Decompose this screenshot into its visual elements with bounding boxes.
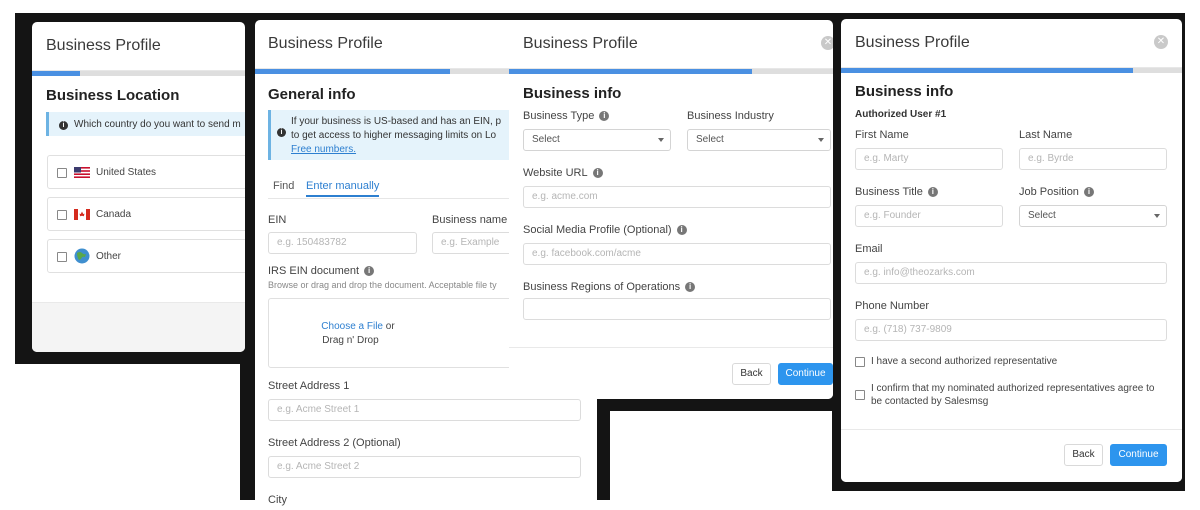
modal-title: Business Profile — [855, 34, 970, 51]
modal-header: Business Profile ✕ — [509, 20, 833, 69]
continue-button[interactable]: Continue — [778, 363, 833, 385]
confirm-consent-checkbox[interactable] — [855, 390, 865, 400]
help-icon: i — [599, 111, 610, 121]
info-banner: i Which country do you want to send m — [46, 112, 245, 136]
chevron-down-icon — [658, 138, 664, 142]
business-industry-label: Business Industry — [687, 110, 774, 122]
email-input[interactable]: e.g. info@theozarks.com — [855, 262, 1167, 284]
authorized-user-subheading: Authorized User #1 — [855, 109, 947, 120]
globe-icon — [74, 248, 90, 264]
option-label: Other — [96, 251, 122, 262]
confirm-consent-label-line1: I confirm that my nominated authorized r… — [871, 383, 1155, 394]
street-address-1-input[interactable]: e.g. Acme Street 1 — [268, 399, 581, 421]
phone-number-input[interactable]: e.g. (718) 737-9809 — [855, 319, 1167, 341]
option-label: United States — [96, 167, 157, 178]
business-type-select[interactable]: Select — [523, 129, 671, 151]
first-name-input[interactable]: e.g. Marty — [855, 148, 1003, 170]
continue-button[interactable]: Continue — [1110, 444, 1167, 466]
business-regions-label: Business Regions of Operations i — [523, 281, 696, 293]
checkbox[interactable] — [57, 168, 67, 178]
modal-header: Business Profile — [32, 22, 245, 71]
progress-bar — [841, 68, 1182, 73]
phone-number-label: Phone Number — [855, 300, 929, 312]
social-media-label: Social Media Profile (Optional) i — [523, 224, 687, 236]
close-icon[interactable]: ✕ — [821, 36, 833, 50]
first-name-label: First Name — [855, 129, 909, 141]
job-position-select[interactable]: Select — [1019, 205, 1167, 227]
section-heading: Business info — [855, 83, 954, 100]
social-media-input[interactable]: e.g. facebook.com/acme — [523, 243, 831, 265]
second-representative-checkbox[interactable] — [855, 357, 865, 367]
modal-title: Business Profile — [268, 35, 383, 52]
authorized-user-modal: Business Profile ✕ Business info Authori… — [841, 19, 1182, 482]
modal-title: Business Profile — [523, 35, 638, 52]
confirm-consent-label-line2: be contacted by Salesmsg — [871, 396, 989, 407]
section-heading: Business Location — [46, 87, 180, 104]
ein-input[interactable]: e.g. 150483782 — [268, 232, 417, 254]
chevron-down-icon — [1154, 214, 1160, 218]
website-url-input[interactable]: e.g. acme.com — [523, 186, 831, 208]
business-location-modal: Business Profile Business Location i Whic… — [32, 22, 245, 352]
option-label: Canada — [96, 209, 132, 220]
info-icon: i — [59, 121, 68, 130]
modal-header: Business Profile ✕ — [841, 19, 1182, 68]
country-option-other[interactable]: Other — [47, 239, 245, 273]
irs-help-text: Browse or drag and drop the document. Ac… — [268, 280, 497, 290]
info-icon: i — [277, 128, 286, 137]
last-name-label: Last Name — [1019, 129, 1073, 141]
email-label: Email — [855, 243, 883, 255]
choose-file-link[interactable]: Choose a File — [321, 321, 383, 332]
job-position-label: Job Position i — [1019, 186, 1094, 198]
business-industry-select[interactable]: Select — [687, 129, 831, 151]
progress-bar — [509, 69, 833, 74]
help-icon: i — [685, 282, 696, 292]
street-address-2-input[interactable]: e.g. Acme Street 2 — [268, 456, 581, 478]
checkbox[interactable] — [57, 252, 67, 262]
help-icon: i — [676, 225, 687, 235]
ein-label: EIN — [268, 214, 287, 226]
business-name-label: Business name — [432, 214, 508, 226]
street-address-1-label: Street Address 1 — [268, 380, 350, 392]
business-info-modal: Business Profile ✕ Business info Busines… — [509, 20, 833, 399]
tab-find[interactable]: Find — [273, 180, 294, 192]
website-url-label: Website URL i — [523, 167, 603, 179]
back-button[interactable]: Back — [732, 363, 771, 385]
help-icon: i — [592, 168, 603, 178]
section-heading: Business info — [523, 85, 622, 102]
last-name-input[interactable]: e.g. Byrde — [1019, 148, 1167, 170]
country-option-us[interactable]: United States — [47, 155, 245, 189]
checkbox[interactable] — [57, 210, 67, 220]
city-label: City — [268, 494, 287, 506]
help-icon: i — [927, 187, 938, 197]
business-title-label: Business Title i — [855, 186, 938, 198]
help-icon: i — [1083, 187, 1094, 197]
close-icon[interactable]: ✕ — [1154, 35, 1168, 49]
modal-footer — [32, 302, 245, 352]
business-regions-input[interactable] — [523, 298, 831, 320]
business-type-label: Business Type i — [523, 110, 610, 122]
street-address-2-label: Street Address 2 (Optional) — [268, 437, 401, 449]
irs-ein-document-label: IRS EIN document i — [268, 265, 375, 277]
modal-title: Business Profile — [46, 37, 161, 54]
section-heading: General info — [268, 86, 356, 103]
chevron-down-icon — [818, 138, 824, 142]
back-button[interactable]: Back — [1064, 444, 1103, 466]
second-representative-label: I have a second authorized representativ… — [871, 356, 1058, 367]
canada-flag-icon — [74, 209, 90, 220]
us-flag-icon — [74, 167, 90, 178]
business-title-input[interactable]: e.g. Founder — [855, 205, 1003, 227]
tab-enter-manually[interactable]: Enter manually — [306, 180, 380, 197]
country-option-canada[interactable]: Canada — [47, 197, 245, 231]
help-icon: i — [364, 266, 375, 276]
progress-bar — [32, 71, 245, 76]
